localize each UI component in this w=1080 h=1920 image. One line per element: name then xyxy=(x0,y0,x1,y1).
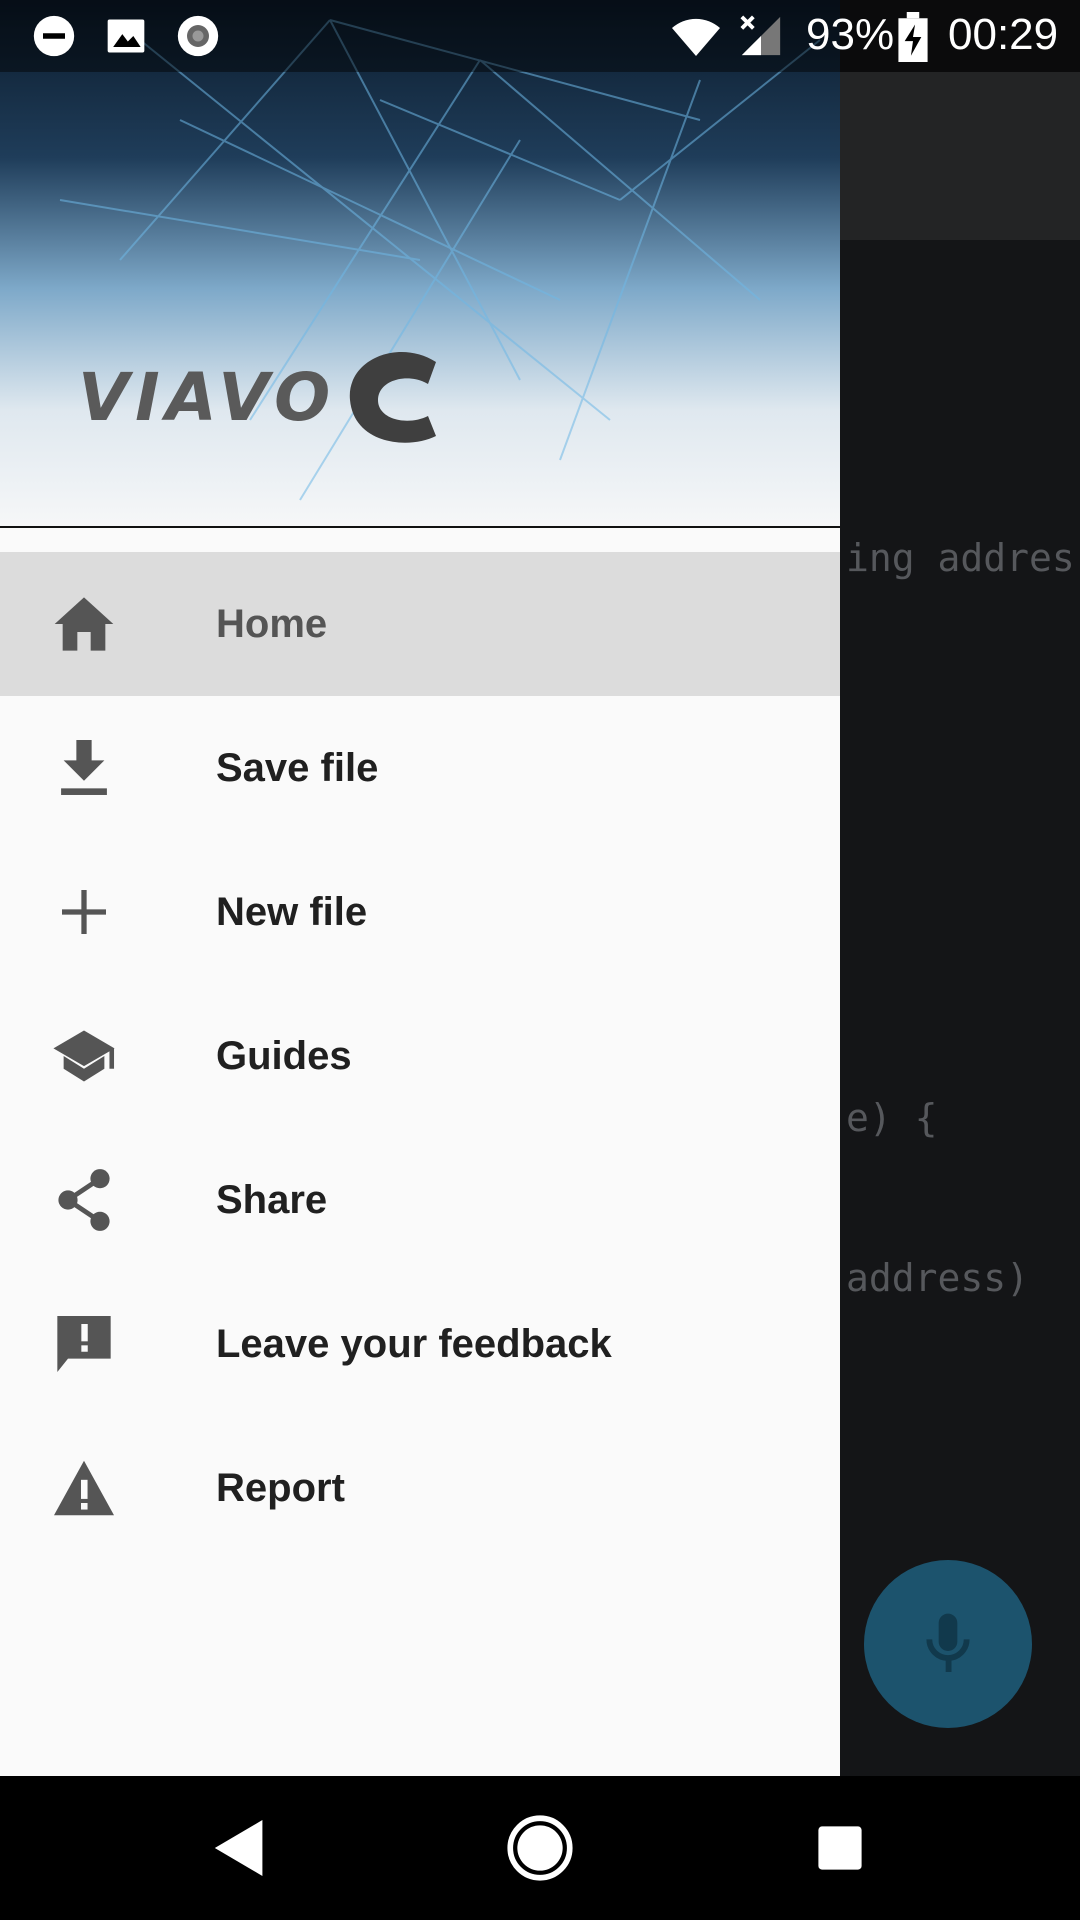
menu-item-feedback[interactable]: Leave your feedback xyxy=(0,1272,840,1416)
navigation-drawer: VIAVO Home Save file New file Guides Sha… xyxy=(0,0,840,1776)
wifi-icon xyxy=(672,18,720,56)
image-icon xyxy=(107,19,145,53)
sync-icon xyxy=(177,15,219,57)
drawer-menu: Home Save file New file Guides Share Lea… xyxy=(0,552,840,1560)
code-line: ing addres xyxy=(846,536,1075,580)
menu-item-guides[interactable]: Guides xyxy=(0,984,840,1128)
signal-icon xyxy=(740,15,781,56)
recents-button[interactable] xyxy=(804,1812,876,1884)
feedback-icon xyxy=(50,1310,118,1378)
menu-item-label: New file xyxy=(216,889,368,934)
menu-item-label: Report xyxy=(216,1465,345,1510)
warning-icon xyxy=(50,1454,118,1522)
menu-item-label: Save file xyxy=(216,745,379,790)
menu-item-label: Leave your feedback xyxy=(216,1321,612,1366)
menu-item-share[interactable]: Share xyxy=(0,1128,840,1272)
school-icon xyxy=(50,1022,118,1090)
battery-charging-icon xyxy=(898,12,928,62)
battery-percent: 93% xyxy=(806,10,895,59)
clock: 00:29 xyxy=(948,10,1059,59)
app-logo: VIAVO xyxy=(78,340,448,465)
menu-item-label: Share xyxy=(216,1177,328,1222)
code-line: address) xyxy=(846,1256,1052,1300)
download-icon xyxy=(50,734,118,802)
do-not-disturb-icon xyxy=(33,15,75,57)
recents-icon xyxy=(818,1826,862,1870)
menu-item-save-file[interactable]: Save file xyxy=(0,696,840,840)
share-icon xyxy=(50,1166,118,1234)
menu-item-label: Guides xyxy=(216,1033,352,1078)
home-icon xyxy=(50,590,118,658)
status-bar: 93% 00:29 xyxy=(0,0,1080,72)
drawer-header: VIAVO xyxy=(0,0,840,528)
menu-item-label: Home xyxy=(216,601,328,646)
menu-item-home[interactable]: Home xyxy=(0,552,840,696)
plus-icon xyxy=(50,878,118,946)
back-button[interactable] xyxy=(204,1812,276,1884)
navigation-bar xyxy=(0,1776,1080,1920)
back-icon xyxy=(214,1820,263,1876)
viavoc-logo: VIAVO xyxy=(78,352,436,443)
microphone-icon xyxy=(926,1613,970,1672)
code-line: e) { xyxy=(846,1096,938,1140)
microphone-button[interactable] xyxy=(864,1560,1032,1728)
menu-item-report[interactable]: Report xyxy=(0,1416,840,1560)
menu-item-new-file[interactable]: New file xyxy=(0,840,840,984)
home-circle-icon xyxy=(507,1815,573,1881)
logo-text: VIAVO xyxy=(78,359,336,436)
home-button[interactable] xyxy=(504,1812,576,1884)
